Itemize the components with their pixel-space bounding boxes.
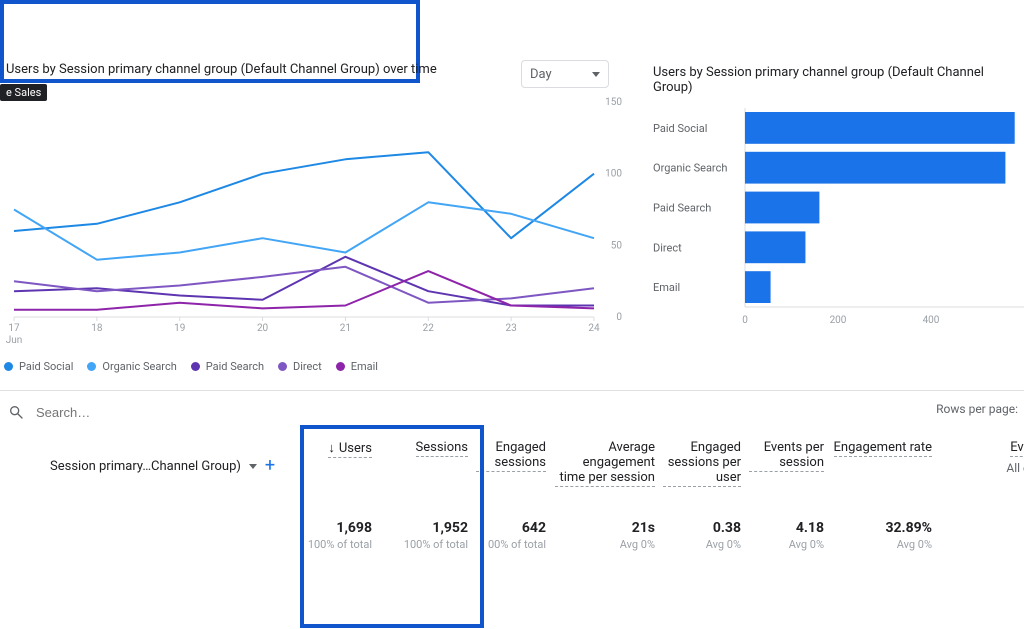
svg-text:400: 400 <box>923 315 940 326</box>
total-eps: 4.18 Avg 0% <box>749 520 824 551</box>
total-pct: 100% of total <box>302 538 372 551</box>
legend-item[interactable]: Paid Search <box>191 360 264 373</box>
divider <box>0 390 1024 391</box>
column-header-er[interactable]: Engagement rate <box>832 440 932 457</box>
column-header-label: Engagement rate <box>834 440 932 457</box>
total-pct: Avg 0% <box>555 538 655 551</box>
svg-text:24: 24 <box>588 323 600 334</box>
column-header-label: Sessions <box>416 440 469 457</box>
total-eng_sess: 642 00% of total <box>476 520 546 551</box>
legend-swatch <box>278 362 287 371</box>
total-sessions: 1,952 100% of total <box>393 520 468 551</box>
total-esu: 0.38 Avg 0% <box>663 520 741 551</box>
svg-text:19: 19 <box>174 323 185 334</box>
total-pct: 100% <box>952 522 1024 535</box>
legend-swatch <box>191 362 200 371</box>
line-chart-legend: Paid Social Organic Search Paid Search Dire… <box>4 360 378 373</box>
legend-label: Paid Social <box>19 360 73 373</box>
total-value: 21s <box>555 520 655 536</box>
svg-text:17: 17 <box>8 323 20 334</box>
svg-text:22: 22 <box>423 323 435 334</box>
legend-swatch <box>336 362 345 371</box>
total-value: 1,698 <box>302 520 372 536</box>
total-pct: 00% of total <box>476 538 546 551</box>
legend-swatch <box>4 362 13 371</box>
total-value: 0.38 <box>663 520 741 536</box>
total-pct: Avg 0% <box>663 538 741 551</box>
column-header-sessions[interactable]: Sessions <box>393 440 468 457</box>
column-header-avg_et[interactable]: Average engagement time per session <box>555 440 655 487</box>
column-header-sub: All event <box>952 461 1024 475</box>
svg-text:Paid Search: Paid Search <box>653 202 711 215</box>
legend-swatch <box>87 362 96 371</box>
total-value: 1,952 <box>393 520 468 536</box>
svg-text:Jun: Jun <box>6 335 23 346</box>
column-header-esu[interactable]: Engaged sessions per user <box>663 440 741 487</box>
granularity-dropdown[interactable]: Day <box>521 60 609 88</box>
legend-label: Direct <box>293 360 322 373</box>
metric-headers: ↓Users Sessions Engaged sessions Average en… <box>0 440 1024 510</box>
svg-text:20: 20 <box>257 323 269 334</box>
column-header-eng_sess[interactable]: Engaged sessions <box>476 440 546 472</box>
total-avg_et: 21s Avg 0% <box>555 520 655 551</box>
bar-chart-title: Users by Session primary channel group (… <box>653 65 1024 95</box>
column-header-label: Events per session <box>749 440 824 472</box>
svg-text:150: 150 <box>605 97 622 108</box>
column-header-label: Engaged sessions per user <box>663 440 741 487</box>
svg-text:21: 21 <box>340 323 351 334</box>
rows-per-page-label: Rows per page: <box>936 402 1018 416</box>
svg-text:18: 18 <box>91 323 103 334</box>
column-header-label: Average engagement time per session <box>555 440 655 487</box>
svg-text:0: 0 <box>742 315 748 326</box>
total-value: 32.89% <box>832 520 932 536</box>
total-users: 1,698 100% of total <box>302 520 372 551</box>
svg-text:0: 0 <box>616 312 622 323</box>
total-ec: 100% <box>952 520 1024 535</box>
legend-label: Email <box>351 360 378 373</box>
total-pct: Avg 0% <box>749 538 824 551</box>
search-row <box>8 398 1024 426</box>
column-header-label: Engaged sessions <box>476 440 546 472</box>
total-pct: 100% of total <box>393 538 468 551</box>
svg-text:Organic Search: Organic Search <box>653 162 727 175</box>
legend-item[interactable]: Paid Social <box>4 360 73 373</box>
line-chart: 0 50 100 150 17 18 19 20 21 22 23 24 Jun <box>4 92 624 347</box>
sort-arrow-icon: ↓ <box>328 441 335 456</box>
search-icon <box>8 404 24 420</box>
column-header-ec[interactable]: Event c All event <box>952 440 1024 475</box>
svg-text:Direct: Direct <box>653 241 682 254</box>
legend-item[interactable]: Organic Search <box>87 360 176 373</box>
svg-text:Email: Email <box>653 281 680 294</box>
total-er: 32.89% Avg 0% <box>832 520 932 551</box>
column-header-label: Event c <box>1010 440 1024 457</box>
column-header-users[interactable]: ↓Users <box>302 440 372 458</box>
total-value: 4.18 <box>749 520 824 536</box>
svg-text:100: 100 <box>605 169 622 180</box>
totals-row: 1,698 100% of total 1,952 100% of total 642 0… <box>0 520 1024 560</box>
legend-item[interactable]: Direct <box>278 360 322 373</box>
svg-text:23: 23 <box>506 323 517 334</box>
legend-item[interactable]: Email <box>336 360 378 373</box>
legend-label: Paid Search <box>206 360 264 373</box>
svg-text:Paid Social: Paid Social <box>653 122 707 135</box>
bar-chart: Paid Social Organic Search Paid Search Dire… <box>653 100 1024 335</box>
legend-label: Organic Search <box>102 360 176 373</box>
total-value: 642 <box>476 520 546 536</box>
granularity-selected: Day <box>530 67 552 82</box>
svg-text:200: 200 <box>830 315 847 326</box>
search-input[interactable] <box>34 404 238 421</box>
column-header-label: ↓Users <box>328 440 372 458</box>
svg-text:50: 50 <box>611 240 623 251</box>
total-pct: Avg 0% <box>832 538 932 551</box>
chevron-down-icon <box>592 72 600 77</box>
column-header-eps[interactable]: Events per session <box>749 440 824 472</box>
line-chart-title: Users by Session primary channel group (… <box>6 62 437 77</box>
